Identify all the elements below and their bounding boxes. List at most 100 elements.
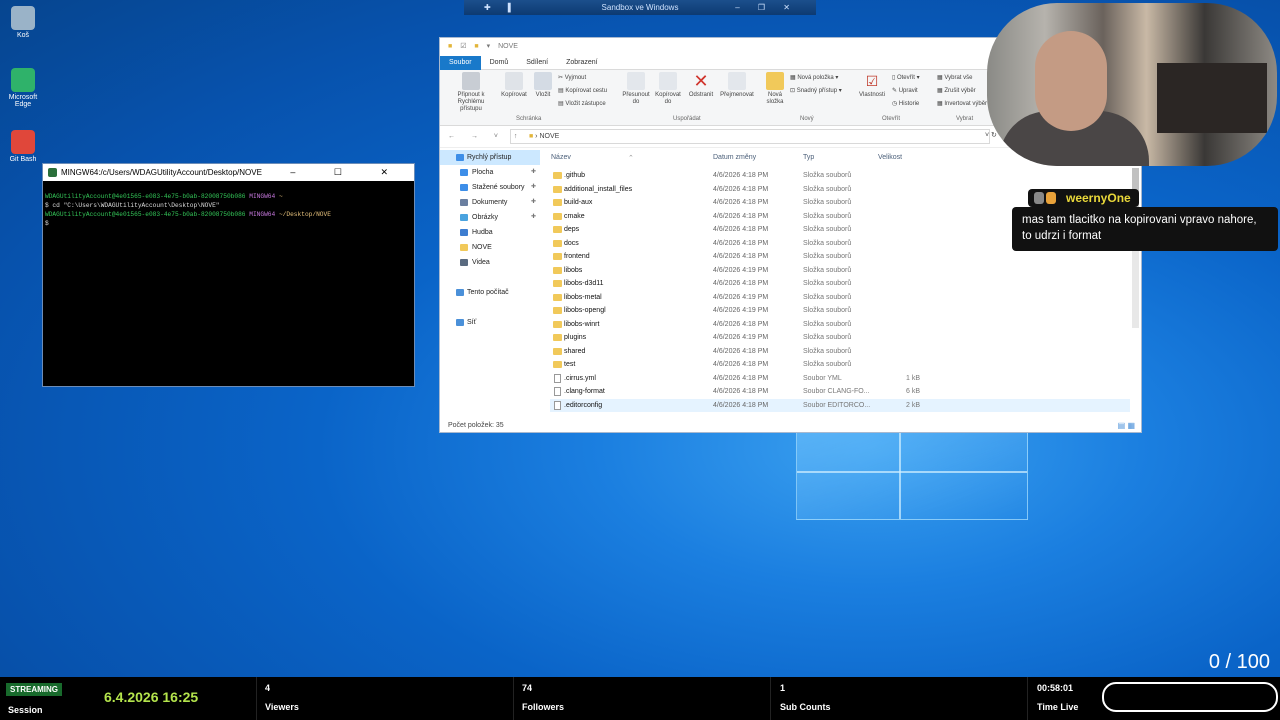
file-row[interactable]: .editorconfig 4/6/2026 4:18 PM Soubor EDIT… <box>550 398 1130 412</box>
file-row[interactable]: .clang-format 4/6/2026 4:18 PM Soubor CLAN… <box>550 385 1130 399</box>
progress-box <box>1102 682 1278 712</box>
new-item-button[interactable]: ▦ Nová položka ▾ <box>790 74 838 82</box>
window-controls[interactable]: ‒ ❐ ✕ <box>735 0 798 15</box>
pin-icon[interactable]: ✚ <box>531 180 536 195</box>
desktop-icon[interactable]: Microsoft Edge <box>6 68 40 108</box>
nav-item[interactable]: Obrázky ✚ <box>440 210 540 225</box>
nav-item-label: Plocha <box>472 169 494 176</box>
properties-button[interactable]: ☑ Vlastnosti <box>856 70 888 99</box>
ribbon-tab[interactable]: Zobrazení <box>557 56 607 70</box>
column-size[interactable]: Velikost <box>878 154 902 161</box>
file-date: 4/6/2026 4:19 PM <box>713 307 769 314</box>
column-type[interactable]: Typ <box>803 154 814 161</box>
file-row[interactable]: libobs-metal 4/6/2026 4:19 PM Složka soubo… <box>550 291 1130 305</box>
pin-icon[interactable]: ✚ ▐ <box>484 0 517 15</box>
file-row[interactable]: libobs-d3d11 4/6/2026 4:18 PM Složka soubo… <box>550 277 1130 291</box>
file-name: .cirrus.yml <box>564 374 596 382</box>
copy-button[interactable]: Kopírovat <box>498 70 530 99</box>
paste-shortcut-button[interactable]: ▤ Vložit zástupce <box>558 100 606 108</box>
view-toggle-icons[interactable]: ▤ ▦ <box>1118 421 1135 430</box>
folder-icon <box>553 185 562 193</box>
easy-access-button[interactable]: ⊡ Snadný přístup ▾ <box>790 87 842 95</box>
file-row[interactable]: libobs 4/6/2026 4:19 PM Složka souborů <box>550 264 1130 278</box>
nav-item[interactable]: Rychlý přístup <box>440 150 540 165</box>
copy-path-button[interactable]: ▤ Kopírovat cestu <box>558 87 607 95</box>
pin-icon[interactable]: ✚ <box>531 210 536 225</box>
move-to-button[interactable]: Přesunout do <box>620 70 652 106</box>
file-row[interactable]: libobs-winrt 4/6/2026 4:18 PM Složka soubo… <box>550 318 1130 332</box>
file-name: .editorconfig <box>564 401 603 409</box>
select-all-button[interactable]: ▦ Vybrat vše <box>937 74 972 82</box>
file-name: test <box>564 361 576 368</box>
terminal-window-controls[interactable]: ‒ ☐ ✕ <box>290 164 406 181</box>
cut-button[interactable]: ✂ Vyjmout <box>558 74 586 82</box>
file-row[interactable]: shared 4/6/2026 4:18 PM Složka souborů <box>550 345 1130 359</box>
file-name: libobs <box>564 266 583 274</box>
file-date: 4/6/2026 4:19 PM <box>713 293 769 301</box>
file-row[interactable]: .cirrus.yml 4/6/2026 4:18 PM Soubor YML 1 k… <box>550 372 1130 386</box>
refresh-icon[interactable]: ˅ ↻ <box>985 131 997 139</box>
file-date: 4/6/2026 4:18 PM <box>713 172 769 179</box>
divider <box>1027 677 1028 720</box>
select-none-button[interactable]: ▦ Zrušit výběr <box>937 87 976 95</box>
ribbon-tab[interactable]: Domů <box>481 56 518 70</box>
prompt-shell: MINGW64 <box>249 211 276 218</box>
terminal-output[interactable]: WDAGUtilityAccount@4e01565-e083-4e75-b0a… <box>43 181 414 228</box>
chevron-down-icon[interactable]: ▾ <box>487 43 491 50</box>
paste-button[interactable]: Vložit <box>530 70 556 99</box>
new-folder-button[interactable]: Nová složka <box>762 70 788 106</box>
nav-item[interactable]: Síť <box>440 315 540 330</box>
delete-icon: ✕ <box>693 71 709 91</box>
nav-item-label: Tento počítač <box>467 289 509 296</box>
invert-selection-button[interactable]: ▦ Invertovat výběr <box>937 100 987 108</box>
history-button[interactable]: ◷ Historie <box>892 100 919 108</box>
folder-icon <box>553 266 562 274</box>
pin-icon[interactable]: ✚ <box>531 165 536 180</box>
pin-icon[interactable]: ✚ <box>531 195 536 210</box>
open-group-label: Otevřít <box>882 116 901 122</box>
goal-counter: 0 / 100 <box>1208 651 1270 673</box>
delete-button[interactable]: ✕ Odstranit <box>686 70 716 99</box>
address-bar[interactable]: ■ › NOVE <box>510 129 990 144</box>
rename-icon <box>728 72 746 90</box>
desktop-icon[interactable]: Koš <box>6 6 40 39</box>
nav-item[interactable]: Plocha ✚ <box>440 165 540 180</box>
nav-item[interactable]: Stažené soubory ✚ <box>440 180 540 195</box>
file-type: Složka souborů <box>803 334 852 341</box>
nav-item[interactable]: Videa <box>440 255 540 270</box>
sandbox-title-bar[interactable]: ✚ ▐ Sandbox ve Windows ‒ ❐ ✕ <box>464 0 816 15</box>
column-date[interactable]: Datum změny <box>713 154 756 161</box>
open-button[interactable]: ▯ Otevřít ▾ <box>892 74 920 82</box>
viewers-value: 4 <box>265 683 271 693</box>
file-row[interactable]: libobs-opengl 4/6/2026 4:19 PM Složka soub… <box>550 304 1130 318</box>
nav-folder-icon <box>460 304 468 311</box>
terminal-window[interactable]: MINGW64:/c/Users/WDAGUtilityAccount/Desk… <box>42 163 415 387</box>
column-name[interactable]: Název <box>551 154 571 161</box>
nav-item[interactable]: Tento počítač <box>440 285 540 300</box>
navigation-pane: Rychlý přístup Plocha ✚ Stažené soubory ✚ Dok… <box>440 150 540 412</box>
nav-item[interactable]: NOVE <box>440 240 540 255</box>
copy-to-button[interactable]: Kopírovat do <box>652 70 684 106</box>
nav-item[interactable]: Dokumenty ✚ <box>440 195 540 210</box>
properties-label: Vlastnosti <box>858 92 885 98</box>
prompt-user: WDAGUtilityAccount@4e01565-e083-4e75-b0a… <box>45 193 246 200</box>
file-row[interactable]: .github 4/6/2026 4:18 PM Složka souborů <box>550 169 1130 183</box>
file-type: Složka souborů <box>803 361 852 368</box>
nav-folder-icon <box>460 199 468 206</box>
rename-button[interactable]: Přejmenovat <box>718 70 756 99</box>
file-row[interactable]: frontend 4/6/2026 4:18 PM Složka souborů <box>550 250 1130 264</box>
new-folder-icon[interactable]: ■ <box>474 43 478 50</box>
desktop-icon[interactable]: Git Bash <box>6 130 40 163</box>
ribbon-tab[interactable]: Soubor <box>440 55 481 70</box>
streaming-badge: STREAMING <box>6 683 62 696</box>
edit-button[interactable]: ✎ Upravit <box>892 87 918 95</box>
terminal-title-bar[interactable]: MINGW64:/c/Users/WDAGUtilityAccount/Desk… <box>43 164 414 181</box>
file-row[interactable]: test 4/6/2026 4:18 PM Složka souborů <box>550 358 1130 372</box>
ribbon-tab[interactable]: Sdílení <box>517 56 557 70</box>
new-folder-icon <box>766 72 784 90</box>
nav-item[interactable]: Hudba <box>440 225 540 240</box>
prompt-shell: MINGW64 <box>249 193 276 200</box>
pin-quick-access-button[interactable]: Připnout k Rychlému přístupu <box>450 70 492 113</box>
file-row[interactable]: plugins 4/6/2026 4:19 PM Složka souborů <box>550 331 1130 345</box>
properties-icon[interactable]: ☑ <box>460 43 466 50</box>
